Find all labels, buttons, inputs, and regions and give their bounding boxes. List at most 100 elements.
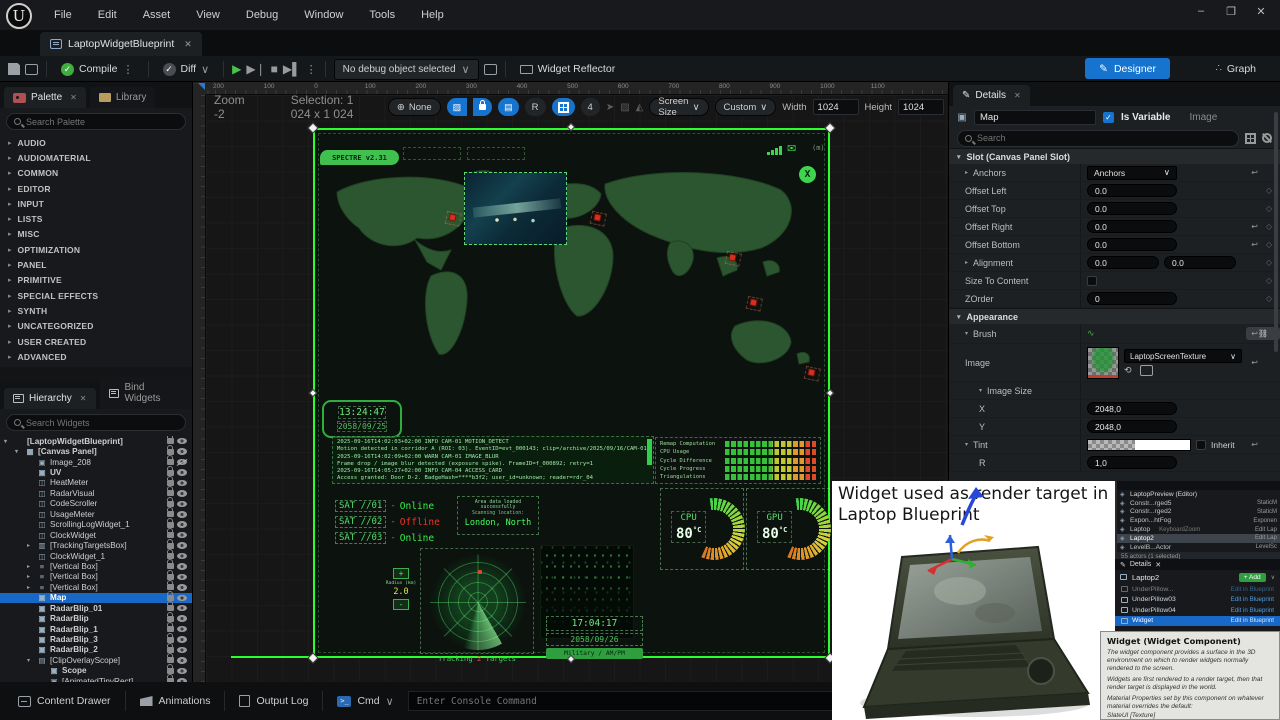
visibility-eye-icon[interactable] [177,563,187,570]
minimize-button[interactable]: – [1188,2,1214,20]
temp-gauge[interactable]: CPU 80°C [660,488,744,570]
hierarchy-row[interactable]: ◫ CodeScroller [0,499,192,509]
alignment-x-input[interactable]: 0.0 [1087,256,1159,269]
world-map-image[interactable] [319,158,828,404]
visibility-eye-icon[interactable] [177,438,187,445]
hierarchy-search[interactable] [6,414,186,431]
scan-status-box[interactable]: Area data loaded successfully Scanning l… [457,496,539,535]
clock-mode-toggle[interactable]: Military / AM/PM [546,648,643,659]
diamond-icon[interactable]: ◇ [1266,186,1272,195]
hierarchy-row[interactable]: ▾ ▤ [ClipOverlayScope] [0,655,192,665]
hierarchy-row[interactable]: ◫ ClockWidget_1 [0,551,192,561]
palette-category[interactable]: ▸ PANEL [0,257,192,272]
designer-mode-button[interactable]: ✎ Designer [1085,58,1170,79]
menu-item[interactable]: Asset [131,5,183,25]
temperature-gauges[interactable]: CPU 80°C GPU 80°C [660,488,830,570]
maximize-button[interactable]: ❐ [1218,2,1244,20]
tab-hierarchy[interactable]: Hierarchy ✕ [4,388,96,409]
display-filter-icon[interactable] [1245,133,1256,144]
palette-category[interactable]: ▸ MISC [0,227,192,242]
section-appearance[interactable]: ▾Appearance [949,308,1280,324]
diamond-icon[interactable]: ◇ [1266,222,1272,231]
screen-size-dropdown[interactable]: Screen Size ∨ [649,98,708,116]
hierarchy-search-input[interactable] [26,418,178,428]
lock-icon[interactable] [167,522,174,528]
map-radar-blip[interactable] [448,213,456,221]
expand-icon[interactable]: ▾ [4,438,11,445]
visibility-eye-icon[interactable] [177,584,187,591]
hidden-widget-outline[interactable] [467,147,525,160]
close-window-button[interactable]: ✕ [1248,2,1274,20]
menu-item[interactable]: Debug [234,5,290,25]
lock-icon[interactable] [167,595,174,601]
menu-item[interactable]: Edit [86,5,129,25]
expand-icon[interactable]: ▸ [27,563,34,570]
palette-category[interactable]: ▸ OPTIMIZATION [0,242,192,257]
lock-icon[interactable] [167,459,174,465]
visibility-eye-icon[interactable] [177,574,187,581]
details-scrollbar[interactable] [1274,112,1278,352]
lock-icon[interactable] [167,584,174,590]
palette-category[interactable]: ▸ EDITOR [0,181,192,196]
expand-icon[interactable]: ▾ [27,657,34,664]
satellite-photo-thumbnail[interactable] [464,172,567,245]
visibility-eye-icon[interactable] [177,636,187,643]
lock-icon[interactable] [167,637,174,643]
palette-category[interactable]: ▸ AUDIOMATERIAL [0,150,192,165]
lock-icon[interactable] [167,605,174,611]
debug-browse-icon[interactable] [484,64,497,75]
image-size-x-input[interactable]: 2048,0 [1087,402,1177,415]
palette-category[interactable]: ▸ SYNTH [0,303,192,318]
tab-library[interactable]: Library [90,87,156,108]
lock-icon[interactable] [167,543,174,549]
usage-meter-widget[interactable]: Remap Computation CPU Usage Cycle Differ… [655,437,821,484]
offset-right-input[interactable]: 0.0 [1087,220,1177,233]
lock-icon[interactable] [167,647,174,653]
play-options-icon[interactable]: ⋮ [306,63,317,76]
expand-icon[interactable]: ▸ [27,542,34,549]
lock-icon[interactable] [167,438,174,444]
offset-top-input[interactable]: 0.0 [1087,202,1177,215]
palette-category[interactable]: ▸ UNCATEGORIZED [0,319,192,334]
tab-bind-widgets[interactable]: Bind Widgets [100,377,193,409]
advance-button[interactable]: ▶▌ [283,62,301,76]
palette-category[interactable]: ▸ INPUT [0,196,192,211]
hierarchy-row[interactable]: ◫ HeatMeter [0,478,192,488]
visibility-eye-icon[interactable] [177,490,187,497]
selected-widget-map[interactable]: SPECTRE v2.31 ✉ (m) X 13:24:47 2058/09/2… [313,128,830,658]
radius-control[interactable]: + Radius (km) 2.0 - [381,568,421,614]
temp-gauge[interactable]: GPU 80°C [746,488,830,570]
offset-left-input[interactable]: 0.0 [1087,184,1177,197]
hierarchy-row[interactable]: ▸ ≡ [Vertical Box] [0,561,192,571]
lock-icon[interactable] [167,480,174,486]
radar-visual-widget[interactable] [420,548,534,654]
diamond-icon[interactable]: ◇ [1266,204,1272,213]
expand-icon[interactable]: ▾ [15,448,22,455]
widget-name-input[interactable] [974,110,1096,125]
sat-status-list[interactable]: SAT //01 - Online SAT //02 - Offline SAT… [335,498,457,548]
lock-icon[interactable] [167,616,174,622]
menu-item[interactable]: Help [409,5,456,25]
radius-minus-button[interactable]: - [393,599,409,610]
hierarchy-row[interactable]: ▣ RadarBlip_3 [0,634,192,644]
clock-widget-bottom[interactable]: 17:04:17 2058/09/26 Military / AM/PM [546,616,643,660]
debug-object-dropdown[interactable]: No debug object selected ∨ [334,59,479,80]
palette-close-icon[interactable]: ✕ [70,93,77,102]
diff-dropdown-icon[interactable]: ∨ [201,63,209,76]
hierarchy-row[interactable]: ▣ RadarBlip_1 [0,624,192,634]
visibility-eye-icon[interactable] [177,459,187,466]
palette-category[interactable]: ▸ USER CREATED [0,334,192,349]
menu-item[interactable]: View [184,5,232,25]
browse-to-asset-icon[interactable] [25,64,38,75]
inherit-checkbox[interactable] [1196,440,1206,450]
visibility-eye-icon[interactable] [177,542,187,549]
anchors-dropdown[interactable]: Anchors∨ [1087,166,1177,180]
palette-category[interactable]: ▸ COMMON [0,166,192,181]
scrolling-log-widget[interactable]: 2025-09-16T14:02:03+02:00 INFO CAM-01 MO… [332,436,654,484]
visibility-eye-icon[interactable] [177,657,187,664]
lock-icon[interactable] [167,668,174,674]
palette-category[interactable]: ▸ PRIMITIVE [0,273,192,288]
hierarchy-row[interactable]: ▣ RadarBlip_2 [0,645,192,655]
section-slot[interactable]: ▾Slot (Canvas Panel Slot) [949,148,1280,164]
details-search[interactable] [957,130,1239,147]
